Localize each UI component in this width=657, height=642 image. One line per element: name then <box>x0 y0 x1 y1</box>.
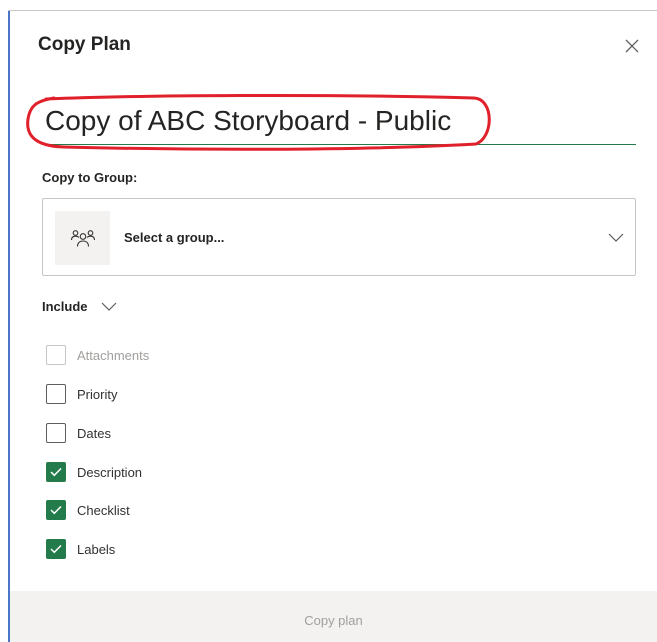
option-dates[interactable]: Dates <box>46 422 111 444</box>
checklist-checkbox[interactable] <box>46 500 66 520</box>
close-icon <box>625 39 639 53</box>
dates-checkbox[interactable] <box>46 423 66 443</box>
copy-plan-button[interactable]: Copy plan <box>10 591 657 642</box>
group-avatar <box>55 211 110 265</box>
include-toggle[interactable]: Include <box>42 296 118 316</box>
window-edge-left <box>8 10 10 642</box>
option-labels[interactable]: Labels <box>46 538 115 560</box>
option-label: Description <box>77 464 143 480</box>
copy-to-group-label: Copy to Group: <box>42 170 138 185</box>
close-button[interactable] <box>618 32 646 60</box>
option-label: Labels <box>77 541 116 557</box>
checkmark-icon <box>50 544 62 554</box>
labels-checkbox[interactable] <box>46 539 66 559</box>
checkmark-icon <box>50 505 62 515</box>
priority-checkbox[interactable] <box>46 384 66 404</box>
dialog-footer: Copy plan <box>10 591 657 642</box>
group-select-placeholder: Select a group... <box>124 230 225 245</box>
group-select-dropdown[interactable]: Select a group... <box>42 198 636 276</box>
option-label: Checklist <box>77 502 130 518</box>
group-people-icon <box>70 230 95 247</box>
chevron-down-icon <box>101 302 116 311</box>
window-edge-top <box>8 10 657 11</box>
plan-name-input[interactable] <box>42 98 636 144</box>
option-priority[interactable]: Priority <box>46 383 117 405</box>
option-attachments[interactable]: Attachments <box>46 344 149 366</box>
description-checkbox[interactable] <box>46 462 66 482</box>
plan-name-field <box>42 98 636 145</box>
attachments-checkbox[interactable] <box>46 345 66 365</box>
option-checklist[interactable]: Checklist <box>46 499 130 521</box>
option-label: Priority <box>77 386 118 402</box>
option-label: Dates <box>77 425 111 441</box>
option-description[interactable]: Description <box>46 461 142 483</box>
option-label: Attachments <box>77 347 150 363</box>
chevron-down-icon <box>608 233 624 242</box>
copy-plan-dialog: Copy Plan Copy to Group: Select a <box>0 0 657 642</box>
include-label: Include <box>42 298 88 314</box>
checkmark-icon <box>50 467 62 477</box>
dialog-title: Copy Plan <box>38 34 131 55</box>
